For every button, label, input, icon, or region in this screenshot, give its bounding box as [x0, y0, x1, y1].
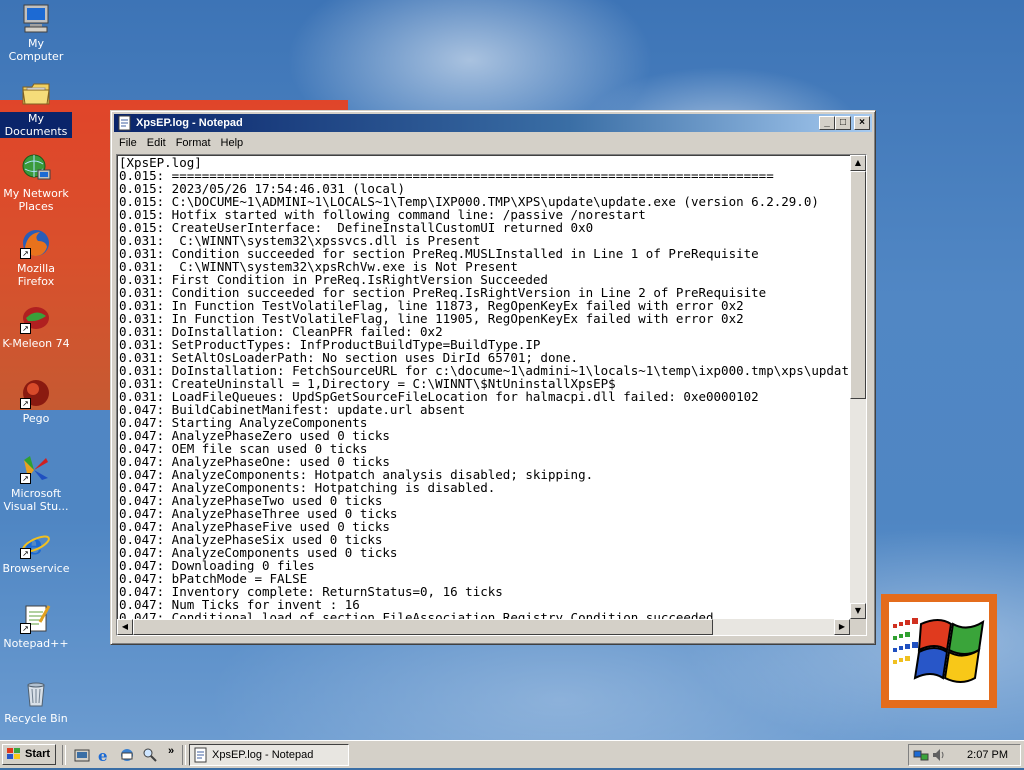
close-icon: × — [859, 117, 865, 128]
vertical-scroll-thumb[interactable] — [850, 171, 866, 399]
minimize-icon: _ — [824, 117, 830, 128]
internet-explorer-icon: e ↗ — [20, 527, 52, 561]
visual-studio-icon: ↗ — [20, 452, 52, 484]
taskbar-separator — [182, 745, 186, 765]
desktop-icon-label: My Computer — [8, 37, 64, 63]
desktop-icon-k-meleon[interactable]: ↗ K-Meleon 74 — [0, 302, 72, 350]
scroll-up-button[interactable]: ▲ — [850, 155, 866, 171]
scroll-right-button[interactable]: ▶ — [834, 619, 850, 635]
taskbar-button-label: XpsEP.log - Notepad — [212, 749, 314, 761]
network-icon — [20, 152, 52, 184]
outlook-express-icon[interactable] — [119, 747, 135, 763]
taskbar-button-notepad[interactable]: XpsEP.log - Notepad — [189, 744, 349, 766]
menu-help[interactable]: Help — [216, 134, 249, 152]
clock[interactable]: 2:07 PM — [967, 745, 1008, 765]
menu-format[interactable]: Format — [171, 134, 216, 152]
network-connection-icon[interactable] — [913, 747, 929, 763]
internet-explorer-quicklaunch-icon[interactable]: e — [96, 747, 112, 765]
scrollbar-corner — [850, 619, 866, 635]
window-titlebar[interactable]: XpsEP.log - Notepad _ □ × — [114, 114, 872, 132]
desktop-icon-firefox[interactable]: ↗ Mozilla Firefox — [0, 227, 72, 288]
shortcut-arrow-icon: ↗ — [20, 623, 31, 634]
scroll-left-button[interactable]: ◀ — [117, 619, 133, 635]
text-line: 0.047: Conditional load of section FileA… — [119, 610, 714, 619]
windows-logo — [881, 594, 997, 708]
maximize-icon: □ — [839, 117, 847, 128]
show-desktop-icon[interactable] — [74, 747, 90, 763]
shortcut-arrow-icon: ↗ — [20, 323, 31, 334]
notepad-icon — [117, 115, 133, 131]
desktop-icon-label: Mozilla Firefox — [17, 262, 55, 288]
desktop-icon-label: Pego — [22, 412, 50, 425]
maximize-button[interactable]: □ — [835, 116, 851, 130]
start-button[interactable]: Start — [2, 744, 56, 765]
text-editor[interactable]: [XpsEP.log] 0.015: ======================… — [116, 154, 867, 636]
computer-icon — [20, 2, 52, 34]
desktop-icon-label: My Network Places — [3, 187, 69, 213]
shortcut-arrow-icon: ↗ — [20, 473, 31, 484]
desktop-icon-recycle-bin[interactable]: Recycle Bin — [0, 677, 72, 725]
start-label: Start — [25, 748, 51, 760]
window-title: XpsEP.log - Notepad — [136, 117, 243, 129]
volume-icon[interactable] — [931, 747, 947, 763]
desktop-icon-label: K-Meleon 74 — [2, 337, 70, 350]
firefox-icon: ↗ — [20, 227, 52, 259]
desktop-icon-notepad-plus-plus[interactable]: ↗ Notepad++ — [0, 602, 72, 650]
desktop-icon-label: Recycle Bin — [4, 712, 68, 725]
recycle-bin-icon — [20, 677, 52, 709]
shortcut-arrow-icon: ↗ — [20, 398, 31, 409]
desktop-icon-network-places[interactable]: My Network Places — [0, 152, 72, 213]
scroll-down-button[interactable]: ▼ — [850, 603, 866, 619]
k-meleon-icon: ↗ — [20, 302, 52, 334]
svg-text:e: e — [98, 747, 108, 763]
shortcut-arrow-icon: ↗ — [20, 248, 31, 259]
folder-icon — [20, 77, 52, 109]
notepad-icon — [193, 747, 209, 763]
desktop-icon-visual-studio[interactable]: ↗ Microsoft Visual Stu... — [0, 452, 72, 513]
taskbar-separator — [62, 745, 66, 765]
menu-bar: File Edit Format Help — [114, 134, 872, 152]
desktop-icon-pego[interactable]: ↗ Pego — [0, 377, 72, 425]
menu-edit[interactable]: Edit — [142, 134, 171, 152]
notepad-window[interactable]: XpsEP.log - Notepad _ □ × File Edit Format… — [110, 110, 876, 645]
desktop-icon-label: Notepad++ — [3, 637, 69, 650]
desktop-icon-label: My Documents — [0, 112, 72, 138]
desktop-icon-my-documents[interactable]: My Documents — [0, 77, 72, 138]
notepad-plus-plus-icon: ↗ — [20, 602, 52, 634]
editor-text[interactable]: [XpsEP.log] 0.015: ======================… — [119, 156, 849, 619]
desktop-icon-label: Microsoft Visual Stu... — [3, 487, 69, 513]
vertical-scrollbar[interactable]: ▲ ▼ — [850, 155, 866, 619]
system-tray: 2:07 PM — [908, 744, 1021, 766]
taskbar: Start e » XpsEP.log - Notepad 2:07 PM — [0, 740, 1024, 768]
pego-icon: ↗ — [20, 377, 52, 409]
desktop-icon-browservice[interactable]: e ↗ Browservice — [0, 527, 72, 575]
quicklaunch-overflow-chevron-icon[interactable]: » — [168, 745, 174, 757]
horizontal-scrollbar[interactable]: ◀ ▶ — [117, 619, 850, 635]
search-icon[interactable] — [142, 747, 158, 763]
desktop-icon-label: Browservice — [2, 562, 70, 575]
windows-flag-icon — [6, 747, 22, 761]
shortcut-arrow-icon: ↗ — [20, 548, 31, 559]
minimize-button[interactable]: _ — [819, 116, 835, 130]
desktop-icon-my-computer[interactable]: My Computer — [0, 2, 72, 63]
menu-file[interactable]: File — [114, 134, 142, 152]
close-button[interactable]: × — [854, 116, 870, 130]
horizontal-scroll-thumb[interactable] — [133, 619, 713, 635]
